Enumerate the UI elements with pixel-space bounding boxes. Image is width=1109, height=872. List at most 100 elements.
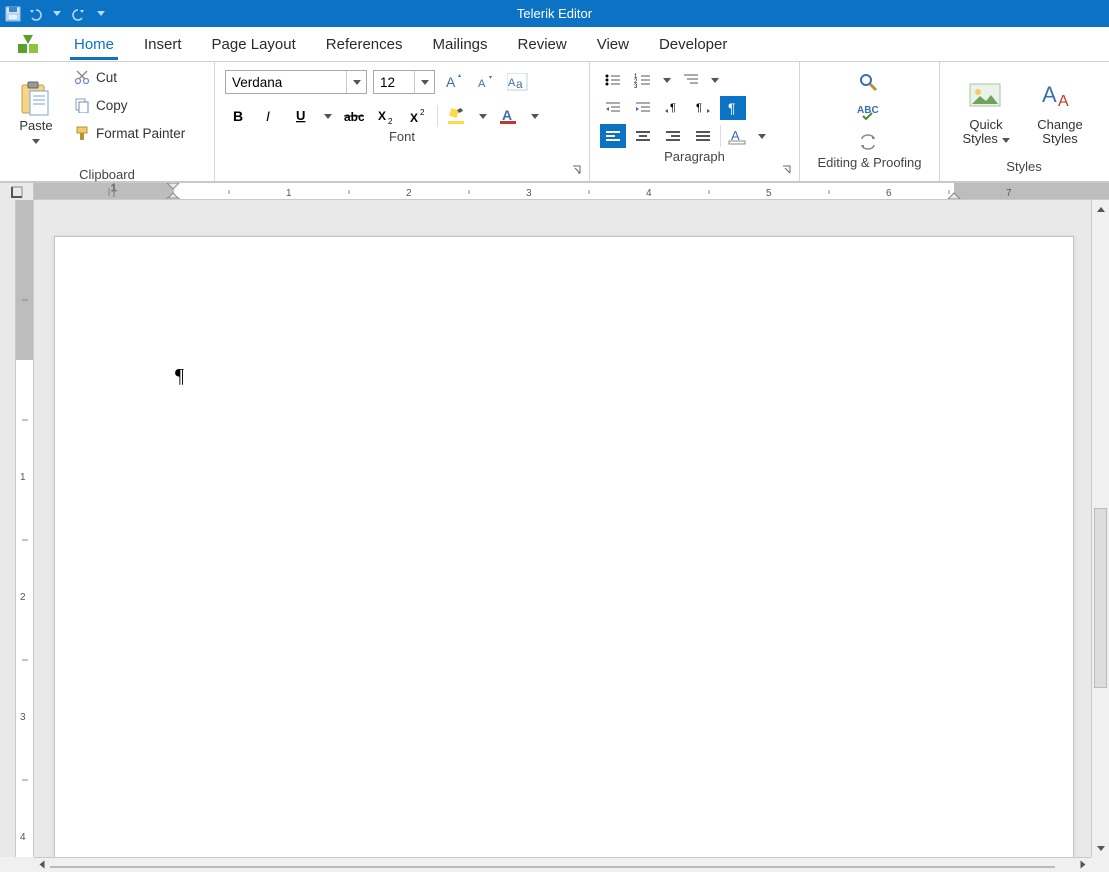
highlight-dropdown-icon[interactable] xyxy=(476,104,490,128)
decrease-indent-button[interactable] xyxy=(600,96,626,120)
font-color-dropdown-icon[interactable] xyxy=(528,104,542,128)
increase-indent-button[interactable] xyxy=(630,96,656,120)
app-menu-button[interactable] xyxy=(6,26,50,61)
numbered-list-button[interactable]: 123 xyxy=(630,68,656,92)
shading-dropdown-icon[interactable] xyxy=(755,124,769,148)
document-page[interactable]: ¶ xyxy=(54,236,1074,857)
tab-page-layout[interactable]: Page Layout xyxy=(206,30,302,61)
subscript-button[interactable]: X2 xyxy=(373,104,399,128)
vertical-scrollbar[interactable] xyxy=(1091,200,1109,857)
hanging-indent-marker[interactable] xyxy=(166,190,180,199)
tab-developer[interactable]: Developer xyxy=(653,30,733,61)
font-family-combo[interactable] xyxy=(225,70,367,94)
svg-text:A: A xyxy=(508,77,516,89)
scroll-right-icon[interactable] xyxy=(1075,858,1091,872)
svg-text:6: 6 xyxy=(886,188,892,199)
font-family-dropdown-icon[interactable] xyxy=(346,71,366,93)
group-clipboard: Paste Cut Copy Format Painter Clipboard xyxy=(0,62,215,181)
justify-button[interactable] xyxy=(690,124,716,148)
align-left-button[interactable] xyxy=(600,124,626,148)
change-styles-label: Change Styles xyxy=(1026,118,1094,146)
change-styles-button[interactable]: AA Change Styles xyxy=(1026,68,1094,158)
ruler-corner-icon[interactable] xyxy=(0,183,34,201)
quick-styles-button[interactable]: Quick Styles xyxy=(952,68,1020,158)
paragraph-mark: ¶ xyxy=(175,365,184,388)
tab-home[interactable]: Home xyxy=(68,30,120,61)
superscript-button[interactable]: X2 xyxy=(405,104,431,128)
shrink-font-button[interactable]: A xyxy=(473,70,499,94)
svg-text:2: 2 xyxy=(420,108,425,117)
ribbon: Paste Cut Copy Format Painter Clipboard xyxy=(0,62,1109,182)
svg-text:X: X xyxy=(378,109,386,123)
highlight-color-button[interactable] xyxy=(444,104,470,128)
group-label-font: Font xyxy=(215,128,589,148)
italic-button[interactable]: I xyxy=(257,104,283,128)
ruler-horizontal[interactable]: 1 1 2 3 4 5 6 7 xyxy=(0,182,1109,200)
copy-button[interactable]: Copy xyxy=(70,94,189,116)
font-size-dropdown-icon[interactable] xyxy=(414,71,434,93)
vertical-scroll-thumb[interactable] xyxy=(1094,508,1107,688)
svg-text:X: X xyxy=(410,111,418,124)
first-line-indent-marker[interactable] xyxy=(166,183,180,190)
bullet-list-button[interactable] xyxy=(600,68,626,92)
cut-button[interactable]: Cut xyxy=(70,66,189,88)
tab-mailings[interactable]: Mailings xyxy=(427,30,494,61)
show-paragraph-marks-button[interactable]: ¶ xyxy=(720,96,746,120)
svg-text:A: A xyxy=(478,78,486,90)
paragraph-dialog-launcher-icon[interactable] xyxy=(781,164,795,178)
svg-text:4: 4 xyxy=(646,188,652,199)
ltr-button[interactable]: ¶ xyxy=(660,96,686,120)
bold-button[interactable]: B xyxy=(225,104,251,128)
rtl-button[interactable]: ¶ xyxy=(690,96,716,120)
ruler-vertical[interactable]: 1 2 3 4 xyxy=(16,200,34,857)
align-right-button[interactable] xyxy=(660,124,686,148)
underline-button[interactable]: U xyxy=(289,104,315,128)
list-dropdown-icon[interactable] xyxy=(660,68,674,92)
horizontal-scroll-thumb[interactable] xyxy=(50,866,1055,868)
svg-text:A: A xyxy=(1042,82,1057,107)
scroll-left-icon[interactable] xyxy=(34,858,50,872)
qat-more-icon[interactable] xyxy=(92,5,110,23)
group-label-styles: Styles xyxy=(940,158,1108,178)
strikethrough-button[interactable]: abc xyxy=(341,104,367,128)
paste-dropdown-icon[interactable] xyxy=(32,139,40,144)
svg-text:A: A xyxy=(502,107,512,123)
redo-icon[interactable] xyxy=(70,5,88,23)
save-icon[interactable] xyxy=(4,5,22,23)
clear-formatting-button[interactable]: Aa xyxy=(505,70,531,94)
font-size-input[interactable] xyxy=(374,71,414,93)
quick-access-toolbar xyxy=(0,5,110,23)
font-dialog-launcher-icon[interactable] xyxy=(571,164,585,178)
tab-review[interactable]: Review xyxy=(512,30,573,61)
find-button[interactable] xyxy=(857,70,883,94)
shading-button[interactable]: A xyxy=(725,124,751,148)
undo-dropdown-icon[interactable] xyxy=(48,5,66,23)
scroll-up-icon[interactable] xyxy=(1092,200,1109,218)
document-canvas[interactable]: ¶ xyxy=(34,200,1091,857)
right-indent-marker[interactable] xyxy=(947,192,961,199)
align-center-button[interactable] xyxy=(630,124,656,148)
format-painter-button[interactable]: Format Painter xyxy=(70,122,189,144)
font-color-button[interactable]: A xyxy=(496,104,522,128)
undo-icon[interactable] xyxy=(26,5,44,23)
scroll-down-icon[interactable] xyxy=(1092,839,1109,857)
underline-dropdown-icon[interactable] xyxy=(321,104,335,128)
paste-button[interactable]: Paste xyxy=(8,66,64,162)
font-family-input[interactable] xyxy=(226,71,346,93)
tab-insert[interactable]: Insert xyxy=(138,30,188,61)
quick-styles-dropdown-icon[interactable] xyxy=(1002,138,1010,143)
tab-references[interactable]: References xyxy=(320,30,409,61)
horizontal-scrollbar[interactable] xyxy=(34,857,1091,871)
font-size-combo[interactable] xyxy=(373,70,435,94)
multilevel-dropdown-icon[interactable] xyxy=(708,68,722,92)
grow-font-button[interactable]: A xyxy=(441,70,467,94)
svg-text:I: I xyxy=(266,108,270,124)
cut-label: Cut xyxy=(96,70,117,85)
replace-button[interactable] xyxy=(857,130,883,154)
multilevel-list-button[interactable] xyxy=(678,68,704,92)
tab-view[interactable]: View xyxy=(591,30,635,61)
group-editing: ABC Editing & Proofing xyxy=(800,62,940,181)
svg-text:abc: abc xyxy=(344,110,364,124)
spellcheck-button[interactable]: ABC xyxy=(857,100,883,124)
copy-label: Copy xyxy=(96,98,128,113)
